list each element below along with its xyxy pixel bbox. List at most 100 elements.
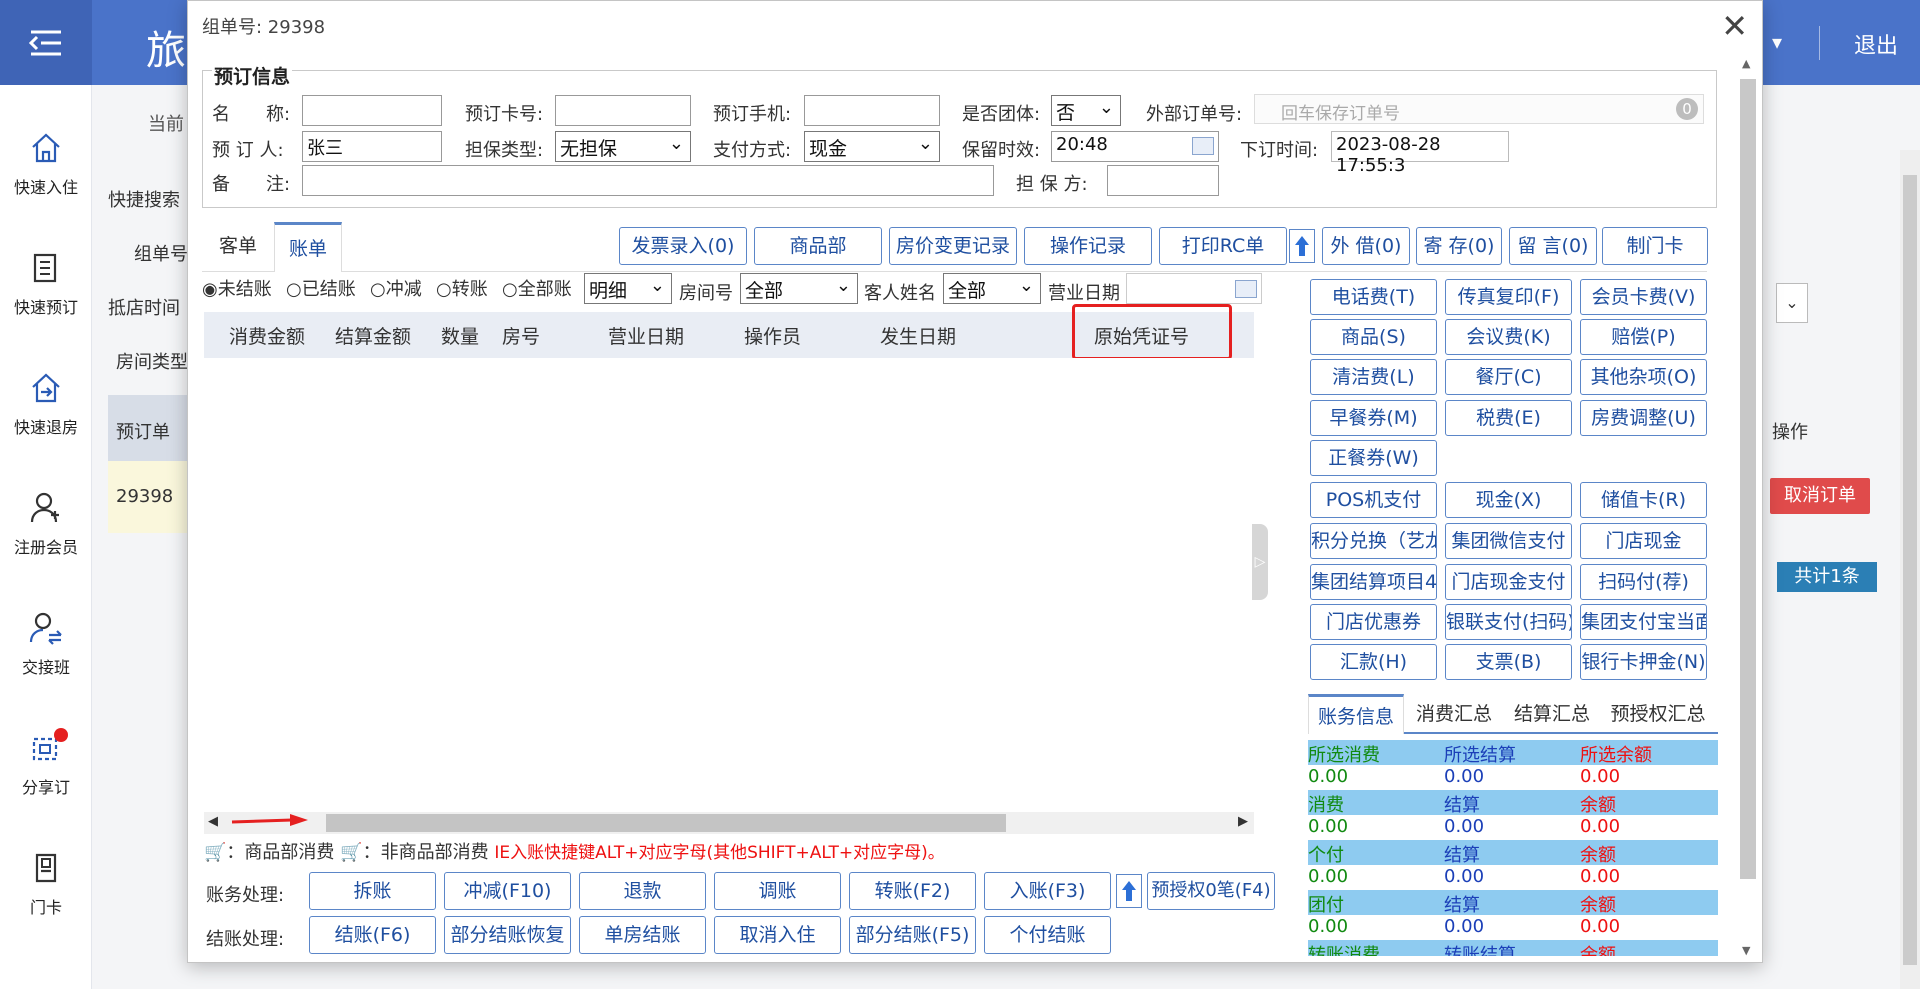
payment-button[interactable]: POS机支付 [1310, 482, 1437, 518]
phone-field[interactable] [804, 95, 940, 126]
payment-button[interactable]: 银联支付(扫码) [1445, 604, 1572, 640]
group-flag-select[interactable]: 否 ⌄ [1051, 95, 1121, 126]
room-no-select[interactable]: 全部 ⌄ [740, 273, 858, 304]
rate-change-log-button[interactable]: 房价变更记录 [889, 227, 1017, 265]
checkout-button[interactable]: 结账(F6) [309, 916, 436, 954]
payment-button[interactable]: 扫码付(荐) [1580, 564, 1707, 600]
payment-button[interactable]: 门店优惠券 [1310, 604, 1437, 640]
summary-cell: 0.00 [1444, 866, 1485, 887]
collapse-panel-icon[interactable]: ▷ [1252, 524, 1268, 600]
section-title: 预订信息 [212, 62, 293, 89]
sidebar-item-shift-handover[interactable]: 交接班 [0, 610, 92, 678]
chevron-down-icon[interactable]: ⌄ [1776, 283, 1808, 323]
payment-button[interactable]: 门店现金支付 [1445, 564, 1572, 600]
transfer-button[interactable]: 转账(F2) [849, 872, 976, 910]
payment-button[interactable]: 汇款(H) [1310, 644, 1437, 680]
name-field[interactable] [302, 95, 442, 126]
operation-log-button[interactable]: 操作记录 [1024, 227, 1152, 265]
charge-button[interactable]: 电话费(T) [1310, 279, 1437, 315]
radio-unsettled[interactable]: ◉未结账 [202, 275, 272, 301]
booker-field[interactable]: 张三 [302, 131, 442, 162]
chevron-down-icon[interactable]: ▾ [1772, 30, 1782, 54]
detail-select[interactable]: 明细 ⌄ [584, 273, 672, 304]
lend-button[interactable]: 外 借(0) [1322, 227, 1410, 265]
charge-button[interactable]: 会员卡费(V) [1580, 279, 1707, 315]
payment-button[interactable]: 集团结算项目4 [1310, 564, 1437, 600]
tab-settlement-summary[interactable]: 结算汇总 [1504, 694, 1600, 734]
single-room-checkout-button[interactable]: 单房结账 [579, 916, 706, 954]
sidebar-item-quick-checkin[interactable]: 快速入住 [0, 130, 92, 198]
deposit-button[interactable]: 寄 存(0) [1416, 227, 1502, 265]
payment-button[interactable]: 支票(B) [1445, 644, 1572, 680]
charge-button[interactable]: 商品(S) [1310, 319, 1437, 355]
sidebar-item-quick-checkout[interactable]: 快速退房 [0, 370, 92, 438]
sidebar-item-quick-booking[interactable]: 快速预订 [0, 250, 92, 318]
charge-button[interactable]: 赔偿(P) [1580, 319, 1707, 355]
tab-consumption-summary[interactable]: 消费汇总 [1406, 694, 1502, 734]
payment-button[interactable]: 集团支付宝当面付 [1580, 604, 1707, 640]
sidebar-item-door-card[interactable]: 门卡 [0, 850, 92, 918]
adjust-button[interactable]: 调账 [714, 872, 841, 910]
goods-dept-button[interactable]: 商品部 [754, 227, 882, 265]
charge-button[interactable]: 清洁费(L) [1310, 359, 1437, 395]
calendar-icon[interactable] [1235, 280, 1257, 298]
tab-preauth-summary[interactable]: 预授权汇总 [1602, 694, 1714, 734]
payment-method-select[interactable]: 现金 ⌄ [804, 131, 940, 162]
charge-button[interactable]: 早餐券(M) [1310, 400, 1437, 436]
payment-button[interactable]: 积分兑换（艺龙） [1310, 523, 1437, 559]
charge-button[interactable]: 会议费(K) [1445, 319, 1572, 355]
guarantee-type-select[interactable]: 无担保 ⌄ [555, 131, 691, 162]
cancel-checkin-button[interactable]: 取消入住 [714, 916, 841, 954]
summary-cell: 0.00 [1580, 916, 1621, 937]
payment-button[interactable]: 银行卡押金(N) [1580, 644, 1707, 680]
charge-button[interactable]: 正餐券(W) [1310, 440, 1437, 476]
offset-button[interactable]: 冲减(F10) [444, 872, 571, 910]
charge-button[interactable]: 税费(E) [1445, 400, 1572, 436]
sidebar-item-share-order[interactable]: 分享订 [0, 728, 92, 798]
preauth-button[interactable]: 预授权0笔(F4) [1147, 872, 1275, 910]
guarantor-field[interactable] [1107, 165, 1219, 196]
page-scrollbar[interactable] [1900, 150, 1920, 989]
upload-arrow-icon[interactable] [1116, 874, 1142, 908]
grid-horizontal-scrollbar[interactable]: ◀ ▶ [204, 812, 1254, 834]
card-no-field[interactable] [555, 95, 691, 126]
radio-offset[interactable]: ○冲减 [370, 275, 422, 301]
partial-checkout-button[interactable]: 部分结账(F5) [849, 916, 976, 954]
split-bill-button[interactable]: 拆账 [309, 872, 436, 910]
external-order-field[interactable]: 回车保存订单号 [1254, 94, 1704, 124]
make-door-card-button[interactable]: 制门卡 [1602, 227, 1708, 265]
payment-button[interactable]: 储值卡(R) [1580, 482, 1707, 518]
dialog-scrollbar[interactable]: ▲ ▼ [1738, 57, 1758, 957]
post-charge-button[interactable]: 入账(F3) [984, 872, 1111, 910]
refund-button[interactable]: 退款 [579, 872, 706, 910]
message-button[interactable]: 留 言(0) [1509, 227, 1597, 265]
individual-pay-checkout-button[interactable]: 个付结账 [984, 916, 1111, 954]
remark-field[interactable] [302, 165, 994, 196]
charge-button[interactable]: 传真复印(F) [1445, 279, 1572, 315]
sidebar-item-register-member[interactable]: 注册会员 [0, 490, 92, 558]
partial-checkout-restore-button[interactable]: 部分结账恢复 [444, 916, 571, 954]
payment-button[interactable]: 现金(X) [1445, 482, 1572, 518]
close-icon[interactable]: ✕ [1721, 7, 1748, 45]
calendar-icon[interactable] [1192, 137, 1214, 155]
print-rc-button[interactable]: 打印RC单 [1159, 227, 1287, 265]
invoice-entry-button[interactable]: 发票录入(0) [619, 227, 747, 265]
logout-link[interactable]: 退出 [1854, 28, 1898, 60]
cancel-order-button[interactable]: 取消订单 [1770, 478, 1870, 514]
tab-bill[interactable]: 账单 [274, 222, 342, 272]
upload-arrow-icon[interactable] [1289, 229, 1315, 263]
tab-account-info[interactable]: 账务信息 [1308, 694, 1404, 734]
charge-button[interactable]: 餐厅(C) [1445, 359, 1572, 395]
radio-all[interactable]: ○全部账 [502, 275, 572, 301]
tab-guest-order[interactable]: 客单 [208, 222, 268, 272]
bill-grid-body[interactable] [204, 358, 1254, 808]
guest-name-select[interactable]: 全部 ⌄ [943, 273, 1041, 304]
radio-settled[interactable]: ○已结账 [286, 275, 356, 301]
payment-button[interactable]: 集团微信支付 [1445, 523, 1572, 559]
payment-button[interactable]: 门店现金 [1580, 523, 1707, 559]
radio-transfer[interactable]: ○转账 [436, 275, 488, 301]
charge-button[interactable]: 房费调整(U) [1580, 400, 1707, 436]
menu-icon[interactable] [0, 0, 92, 85]
charge-button[interactable]: 其他杂项(O) [1580, 359, 1707, 395]
document-icon [28, 250, 64, 286]
